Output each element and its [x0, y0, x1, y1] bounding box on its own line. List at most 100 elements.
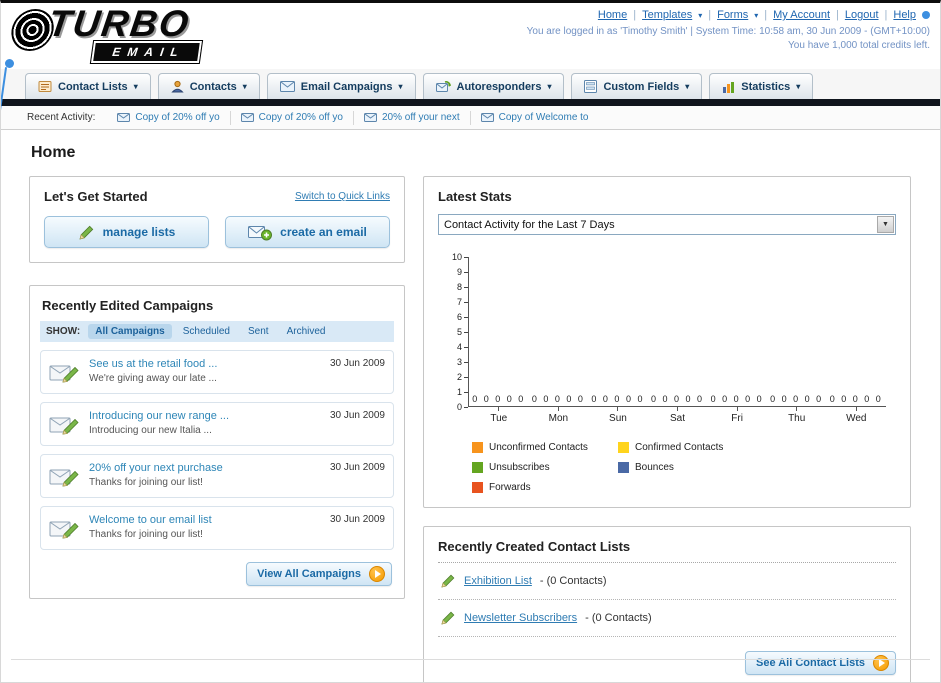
nav-tab-statistics[interactable]: Statistics ▾ — [709, 73, 814, 99]
campaign-date: 30 Jun 2009 — [329, 358, 385, 369]
chevron-down-icon: ▾ — [796, 82, 801, 91]
link-separator: | — [764, 9, 768, 21]
chevron-down-icon: ▾ — [685, 82, 690, 91]
email-campaigns-icon — [279, 81, 295, 92]
manage-lists-label: manage lists — [102, 225, 176, 239]
create-email-label: create an email — [280, 225, 367, 239]
envelope-pencil-icon — [49, 410, 81, 438]
link-my-account[interactable]: My Account — [773, 9, 830, 21]
legend-swatch — [618, 442, 629, 453]
tab-archived[interactable]: Archived — [280, 324, 333, 339]
latest-stats-panel: Latest Stats Contact Activity for the La… — [423, 176, 911, 508]
chart-bar-group: 0 0 0 0 0 — [707, 257, 767, 406]
x-axis-tick-label: Wed — [826, 407, 886, 424]
view-all-campaigns-button[interactable]: View All Campaigns — [246, 562, 392, 586]
chart-bar-group: 0 0 0 0 0 — [826, 257, 886, 406]
left-column: Let's Get Started Switch to Quick Links … — [29, 176, 405, 599]
nav-tab-label: Custom Fields — [603, 80, 680, 93]
envelope-icon — [240, 113, 254, 122]
x-axis-tick-label: Mon — [529, 407, 589, 424]
show-label: SHOW: — [46, 326, 81, 337]
chart-bar-group: 0 0 0 0 0 — [648, 257, 708, 406]
autoresponders-icon — [435, 80, 451, 93]
x-axis-tick-label: Fri — [707, 407, 767, 424]
main-nav: Contact Lists ▾ Contacts ▾ Email Campaigns… — [1, 69, 940, 99]
legend-label: Bounces — [635, 462, 674, 473]
link-separator: | — [633, 9, 637, 21]
link-templates[interactable]: Templates — [642, 9, 692, 21]
link-separator: | — [836, 9, 839, 21]
nav-tab-label: Autoresponders — [456, 80, 542, 93]
tab-all-campaigns[interactable]: All Campaigns — [88, 324, 172, 339]
stats-panel-title: Latest Stats — [438, 189, 512, 204]
nav-tab-contact-lists[interactable]: Contact Lists ▾ — [25, 73, 151, 99]
chart-value-labels: 0 0 0 0 0 — [710, 394, 764, 404]
campaign-list-item[interactable]: 20% off your next purchase Thanks for jo… — [40, 454, 394, 498]
legend-label: Confirmed Contacts — [635, 442, 724, 453]
nav-tab-custom-fields[interactable]: Custom Fields ▾ — [571, 73, 703, 99]
contact-list-link[interactable]: Newsletter Subscribers — [464, 612, 577, 624]
recent-activity-item[interactable]: 20% off your next — [354, 110, 471, 125]
statistics-icon — [722, 81, 735, 93]
chart-legend: Unconfirmed Contacts Confirmed Contacts Un… — [472, 442, 896, 493]
credits-info: You have 1,000 total credits left. — [788, 40, 930, 51]
contact-list-item[interactable]: Exhibition List - (0 Contacts) — [438, 563, 896, 600]
manage-lists-button[interactable]: manage lists — [44, 216, 209, 248]
chart-bar-group: 0 0 0 0 0 — [767, 257, 827, 406]
see-all-contact-lists-button[interactable]: See All Contact Lists — [744, 651, 896, 675]
contact-activity-chart: 10 9 8 7 6 5 4 3 2 1 0 0 0 0 0 00 0 0 0 00 0 0 0 0… — [438, 253, 896, 412]
campaign-date: 30 Jun 2009 — [329, 410, 385, 421]
legend-swatch — [618, 462, 629, 473]
create-email-button[interactable]: create an email — [225, 216, 390, 248]
contact-list-count: - (0 Contacts) — [585, 612, 652, 624]
switch-quick-links-link[interactable]: Switch to Quick Links — [295, 191, 390, 202]
nav-tab-label: Statistics — [741, 80, 791, 93]
chart-x-axis: Tue Mon Sun Sat Fri Thu Wed — [469, 407, 886, 424]
recent-activity-bar: Recent Activity: Copy of 20% off yo Copy… — [1, 106, 940, 130]
envelope-pencil-icon — [49, 358, 81, 386]
chart-value-labels: 0 0 0 0 0 — [651, 394, 705, 404]
nav-tab-email-campaigns[interactable]: Email Campaigns ▾ — [266, 73, 416, 99]
stats-period-select[interactable]: Contact Activity for the Last 7 Days ▼ — [438, 214, 896, 235]
arrow-right-icon — [873, 655, 889, 671]
chart-value-labels: 0 0 0 0 0 — [770, 394, 824, 404]
link-help[interactable]: Help — [893, 9, 916, 21]
nav-tab-label: Contacts — [189, 80, 237, 93]
app-window: TURBO EMAIL Home | Templates ▾ | Forms ▾ | My… — [0, 0, 941, 683]
link-separator: | — [884, 9, 888, 21]
chart-bar-group: 0 0 0 0 0 — [469, 257, 529, 406]
campaign-title-link[interactable]: Welcome to our email list — [89, 514, 322, 526]
link-logout[interactable]: Logout — [845, 9, 879, 21]
arrow-right-icon — [369, 566, 385, 582]
tab-scheduled[interactable]: Scheduled — [176, 324, 237, 339]
pencil-icon — [440, 573, 456, 589]
campaign-list-item[interactable]: Introducing our new range ... Introducin… — [40, 402, 394, 446]
nav-tab-contacts[interactable]: Contacts ▾ — [157, 73, 260, 99]
legend-label: Forwards — [489, 482, 531, 493]
contact-list-link[interactable]: Exhibition List — [464, 575, 532, 587]
contact-list-count: - (0 Contacts) — [539, 575, 607, 587]
link-home[interactable]: Home — [598, 9, 627, 21]
recent-activity-item[interactable]: Copy of 20% off yo — [231, 110, 354, 125]
nav-tab-autoresponders[interactable]: Autoresponders ▾ — [422, 73, 565, 99]
contact-list-item[interactable]: Newsletter Subscribers - (0 Contacts) — [438, 600, 896, 637]
legend-swatch — [472, 442, 483, 453]
recent-activity-item[interactable]: Copy of Welcome to — [471, 111, 599, 125]
get-started-title: Let's Get Started — [44, 189, 148, 204]
chevron-down-icon: ▾ — [698, 10, 703, 20]
recent-activity-text: 20% off your next — [381, 112, 460, 123]
campaign-list-item[interactable]: Welcome to our email list Thanks for joi… — [40, 506, 394, 550]
campaigns-panel-title: Recently Edited Campaigns — [42, 298, 214, 313]
tab-sent[interactable]: Sent — [241, 324, 276, 339]
turbo-email-logo[interactable]: TURBO EMAIL — [7, 3, 207, 64]
campaign-title-link[interactable]: 20% off your next purchase — [89, 462, 322, 474]
campaign-title-link[interactable]: Introducing our new range ... — [89, 410, 322, 422]
campaign-subtitle: Thanks for joining our list! — [89, 529, 203, 540]
header-right: Home | Templates ▾ | Forms ▾ | My Account | Lo… — [527, 9, 930, 51]
campaign-list-item[interactable]: See us at the retail food ... We're givi… — [40, 350, 394, 394]
recent-activity-item[interactable]: Copy of 20% off yo — [107, 110, 231, 125]
envelope-icon — [363, 113, 377, 122]
logo-text: TURBO EMAIL — [43, 3, 207, 64]
campaign-title-link[interactable]: See us at the retail food ... — [89, 358, 322, 370]
link-forms[interactable]: Forms — [717, 9, 748, 21]
